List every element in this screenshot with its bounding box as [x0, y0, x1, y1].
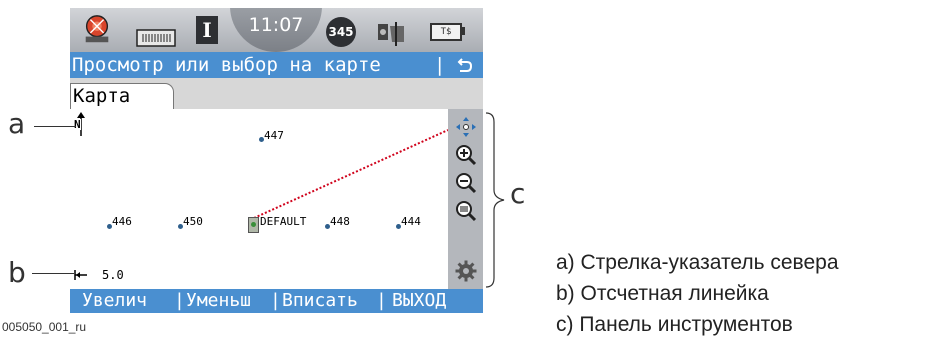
softkey-fit[interactable]: Вписать	[282, 289, 358, 313]
settings-gear-icon[interactable]	[454, 259, 478, 283]
battery-icon[interactable]: T$	[430, 23, 462, 41]
status-bar: I 11:07 345 T$	[70, 8, 483, 52]
orientation-line	[253, 129, 448, 219]
callout-b-label: b	[8, 256, 26, 289]
tab-strip: Карта	[70, 78, 483, 109]
prism-pole-icon[interactable]	[374, 18, 408, 50]
point-default-label: DEFAULT	[260, 215, 307, 228]
softkey-zoom-out[interactable]: Уменьш	[186, 289, 251, 313]
zoom-in-icon[interactable]	[454, 143, 478, 167]
point-450-label: 450	[183, 215, 203, 228]
softkey-separator: |	[376, 290, 387, 311]
softkey-separator: |	[174, 290, 185, 311]
legend-item-a: a) Стрелка-указатель севера	[556, 251, 839, 274]
scale-bar-icon	[74, 270, 87, 280]
callout-a-label: a	[8, 107, 26, 140]
point-447-label: 447	[264, 129, 284, 142]
title-bar: Просмотр или выбор на карте |	[70, 52, 483, 78]
map-canvas[interactable]: N 447 446 450 DEFAULT 448 444 5.0	[70, 109, 448, 289]
tab-map[interactable]: Карта	[70, 83, 174, 109]
satellite-count-badge[interactable]: 345	[326, 17, 356, 47]
back-arrow-icon	[457, 58, 473, 72]
callout-c-bracket	[485, 112, 505, 288]
callout-c-label: c	[510, 177, 526, 210]
point-448-label: 448	[330, 215, 350, 228]
prism-reflector-icon[interactable]	[136, 22, 176, 54]
back-button[interactable]	[450, 52, 480, 78]
zoom-out-icon[interactable]	[454, 171, 478, 195]
softkey-bar: Увелич | Уменьш | Вписать | ВЫХОД	[70, 289, 483, 313]
callout-b-line	[32, 273, 74, 274]
callout-a-line	[34, 126, 76, 127]
map-toolbar	[448, 109, 483, 289]
title-separator: |	[434, 54, 446, 76]
page-title: Просмотр или выбор на карте	[72, 54, 381, 76]
battery-label: T$	[440, 27, 452, 37]
pan-icon[interactable]	[454, 115, 478, 139]
softkey-exit[interactable]: ВЫХОД	[392, 289, 446, 313]
legend-item-c: c) Панель инструментов	[556, 313, 793, 336]
device-screen: I 11:07 345 T$ Просмотр или выбор на кар…	[70, 8, 483, 313]
clock: 11:07	[230, 8, 322, 52]
softkey-zoom-in[interactable]: Увелич	[82, 289, 147, 313]
point-446-label: 446	[112, 215, 132, 228]
total-station-icon[interactable]	[80, 14, 114, 46]
battery-tip	[462, 27, 465, 35]
point-default-marker[interactable]	[251, 222, 256, 227]
figure-id: 005050_001_ru	[2, 320, 87, 334]
point-444-label: 444	[401, 215, 421, 228]
legend-item-b: b) Отсчетная линейка	[556, 282, 769, 305]
zoom-fit-icon[interactable]	[454, 199, 478, 223]
softkey-separator: |	[270, 290, 281, 311]
instrument-mode-indicator[interactable]: I	[196, 16, 218, 44]
scale-value: 5.0	[102, 268, 124, 282]
